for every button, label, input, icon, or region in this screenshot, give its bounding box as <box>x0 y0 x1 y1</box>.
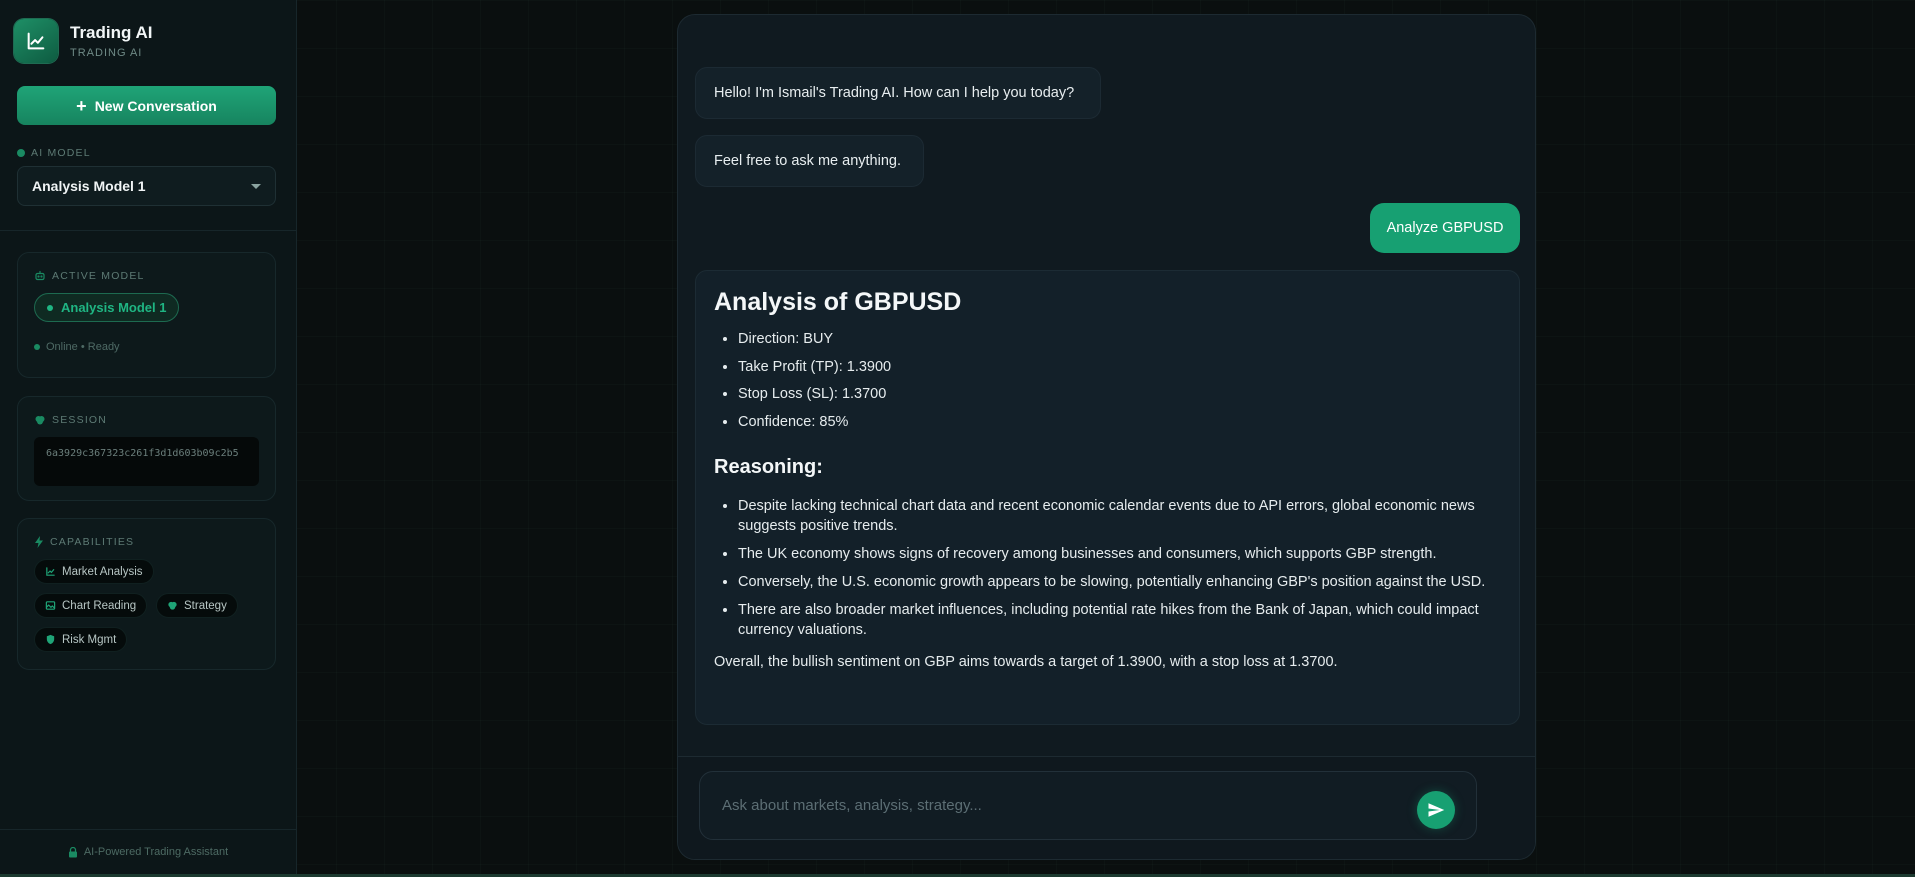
brain-icon <box>35 416 45 425</box>
composer <box>678 756 1535 859</box>
robot-icon <box>35 270 45 281</box>
analysis-title: Analysis of GBPUSD <box>714 288 962 316</box>
lightning-icon <box>35 536 43 548</box>
sidebar-divider <box>0 230 296 231</box>
session-label: SESSION <box>34 414 107 426</box>
brand-subtitle: TRADING AI <box>70 47 143 59</box>
message-input-box <box>699 771 1477 840</box>
brand-title: Trading AI <box>70 23 153 42</box>
message-text: Feel free to ask me anything. <box>714 153 901 169</box>
new-conversation-button[interactable]: + New Conversation <box>17 86 276 125</box>
ai-model-select[interactable]: Analysis Model 1 <box>17 166 276 206</box>
status-dot-icon <box>34 344 40 350</box>
analysis-message: Analysis of GBPUSD Direction: BUY Take P… <box>695 270 1520 725</box>
ai-model-label-text: AI MODEL <box>31 147 91 159</box>
reasoning-item: Conversely, the U.S. economic growth app… <box>738 572 1501 592</box>
assistant-message: Hello! I'm Ismail's Trading AI. How can … <box>695 67 1101 119</box>
reasoning-list: Despite lacking technical chart data and… <box>714 496 1501 640</box>
assistant-message: Feel free to ask me anything. <box>695 135 924 187</box>
message-text: Hello! I'm Ismail's Trading AI. How can … <box>714 85 1075 101</box>
capability-risk-mgmt: Risk Mgmt <box>34 627 128 652</box>
summary-item: Take Profit (TP): 1.3900 <box>738 357 1501 377</box>
analysis-summary-list: Direction: BUY Take Profit (TP): 1.3900 … <box>714 329 1501 432</box>
model-status-text: Online • Ready <box>46 341 120 353</box>
capability-label: Risk Mgmt <box>62 633 117 646</box>
summary-item: Direction: BUY <box>738 329 1501 349</box>
ai-model-icon <box>17 149 25 157</box>
reasoning-title: Reasoning: <box>714 455 823 478</box>
send-icon <box>1428 803 1445 817</box>
brand: Trading AI TRADING AI <box>14 19 153 63</box>
active-model-label: ACTIVE MODEL <box>34 270 145 282</box>
capability-label: Chart Reading <box>62 599 137 612</box>
summary-item: Confidence: 85% <box>738 412 1501 432</box>
plus-icon: + <box>76 95 87 116</box>
image-icon <box>45 601 56 610</box>
capabilities-label: CAPABILITIES <box>34 536 134 548</box>
user-message: Analyze GBPUSD <box>1370 203 1520 253</box>
active-model-badge: Analysis Model 1 <box>34 293 180 322</box>
active-model-label-text: ACTIVE MODEL <box>52 270 145 282</box>
active-model-card: ACTIVE MODEL Analysis Model 1 Online • R… <box>17 252 276 378</box>
active-model-name: Analysis Model 1 <box>61 300 167 315</box>
analysis-conclusion: Overall, the bullish sentiment on GBP ai… <box>714 653 1338 670</box>
reasoning-item: Despite lacking technical chart data and… <box>738 496 1501 536</box>
ai-model-label: AI MODEL <box>17 147 91 159</box>
session-card: SESSION 6a3929c367323c261f3d1d603b09c2b5 <box>17 396 276 501</box>
sidebar-footer-text: AI-Powered Trading Assistant <box>83 846 229 858</box>
capability-market-analysis: Market Analysis <box>34 559 154 584</box>
model-status: Online • Ready <box>34 341 120 353</box>
capability-strategy: Strategy <box>156 593 238 618</box>
summary-item: Stop Loss (SL): 1.3700 <box>738 384 1501 404</box>
sidebar: Trading AI TRADING AI + New Conversation… <box>0 0 297 874</box>
chart-line-icon <box>14 19 58 63</box>
capabilities-label-text: CAPABILITIES <box>50 536 135 548</box>
capability-label: Market Analysis <box>62 565 143 578</box>
send-button[interactable] <box>1417 791 1455 829</box>
message-input[interactable] <box>700 772 1400 839</box>
capability-chart-reading: Chart Reading <box>34 593 148 618</box>
brain-icon <box>168 601 177 610</box>
message-text: Analyze GBPUSD <box>1386 220 1504 236</box>
reasoning-item: The UK economy shows signs of recovery a… <box>738 544 1501 564</box>
chevron-down-icon <box>251 183 261 189</box>
lock-icon <box>68 846 77 857</box>
sidebar-footer: AI-Powered Trading Assistant <box>0 829 296 874</box>
shield-icon <box>46 634 55 645</box>
chat-panel: Hello! I'm Ismail's Trading AI. How can … <box>677 14 1536 860</box>
new-conversation-label: New Conversation <box>94 97 217 114</box>
ai-model-selected: Analysis Model 1 <box>32 178 146 194</box>
reasoning-item: There are also broader market influences… <box>738 600 1501 640</box>
capabilities-card: CAPABILITIES Market Analysis Chart Readi… <box>17 518 276 670</box>
session-label-text: SESSION <box>52 414 108 426</box>
capability-label: Strategy <box>184 599 227 612</box>
session-id: 6a3929c367323c261f3d1d603b09c2b5 <box>34 437 259 486</box>
pill-dot-icon <box>47 304 53 311</box>
chart-line-icon <box>46 567 55 576</box>
